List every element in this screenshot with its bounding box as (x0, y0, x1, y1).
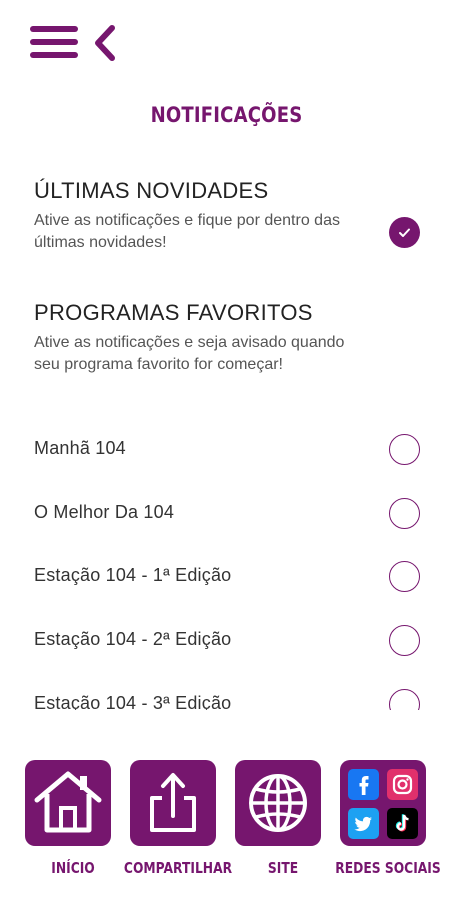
notifications-list[interactable]: ÚLTIMAS NOVIDADES Ative as notificações … (0, 160, 453, 710)
chevron-left-icon[interactable] (92, 24, 118, 62)
nav-social-tile (340, 760, 426, 846)
page-title: NOTIFICAÇÕES (150, 103, 303, 127)
hamburger-menu-icon[interactable] (30, 26, 78, 60)
instagram-icon (387, 769, 418, 800)
program-toggle[interactable] (389, 434, 420, 465)
home-icon (34, 771, 102, 833)
program-row[interactable]: Estação 104 - 1ª Edição (0, 557, 453, 597)
program-toggle[interactable] (389, 498, 420, 529)
program-toggle[interactable] (389, 561, 420, 592)
facebook-icon (348, 769, 379, 800)
program-row[interactable]: Estação 104 - 2ª Edição (0, 621, 453, 661)
nav-share-tile (130, 760, 216, 846)
program-toggle[interactable] (389, 625, 420, 656)
program-label: Manhã 104 (34, 438, 126, 458)
program-label: O Melhor Da 104 (34, 502, 175, 522)
nav-site-tile (235, 760, 321, 846)
program-label: Estação 104 - 1ª Edição (34, 565, 232, 585)
program-row[interactable]: O Melhor Da 104 (0, 494, 453, 534)
nav-site-button[interactable]: SITE (235, 758, 331, 880)
latest-news-description: Ative as notificações e fique por dentro… (34, 212, 340, 251)
program-toggle[interactable] (389, 689, 420, 710)
top-bar (0, 0, 453, 90)
nav-home-tile (25, 760, 111, 846)
favorite-programs-heading: PROGRAMAS FAVORITOS (34, 300, 313, 325)
program-label: Estação 104 - 3ª Edição (34, 693, 232, 710)
share-icon (150, 773, 196, 832)
latest-news-toggle[interactable] (389, 217, 420, 248)
twitter-icon (348, 808, 379, 839)
bottom-navigation: INÍCIO COMPARTILHAR SITE REDES SOCIAIS (0, 758, 453, 900)
favorite-programs-description: Ative as notificações e seja avisado qua… (34, 334, 345, 373)
nav-social-label: REDES SOCIAIS (335, 859, 441, 877)
program-label: Estação 104 - 2ª Edição (34, 629, 232, 649)
program-row[interactable]: Estação 104 - 3ª Edição (0, 685, 453, 710)
globe-icon (249, 774, 307, 832)
checkmark-icon (399, 228, 410, 237)
program-row[interactable]: Manhã 104 (0, 430, 453, 470)
nav-home-label: INÍCIO (51, 859, 95, 877)
nav-home-button[interactable]: INÍCIO (25, 758, 121, 880)
nav-site-label: SITE (267, 859, 299, 877)
nav-share-label: COMPARTILHAR (123, 859, 233, 877)
nav-social-button[interactable]: REDES SOCIAIS (335, 758, 441, 880)
tiktok-icon (387, 808, 418, 839)
latest-news-heading: ÚLTIMAS NOVIDADES (34, 178, 269, 203)
nav-share-button[interactable]: COMPARTILHAR (124, 758, 232, 880)
social-networks-icon (348, 769, 418, 839)
